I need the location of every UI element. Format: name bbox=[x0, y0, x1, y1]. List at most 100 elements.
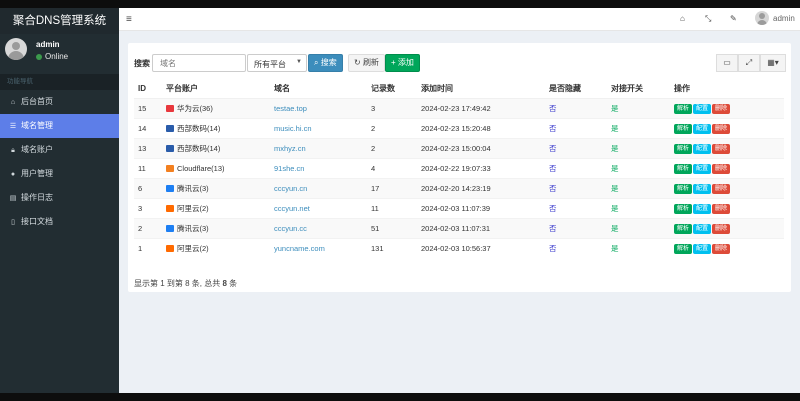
cell-records: 2 bbox=[367, 117, 417, 138]
header-username[interactable]: admin bbox=[773, 14, 795, 23]
cell-id: 15 bbox=[134, 97, 162, 118]
delete-button[interactable]: 删除 bbox=[712, 183, 731, 194]
config-button[interactable]: 配置 bbox=[693, 103, 712, 114]
parse-button[interactable]: 解析 bbox=[674, 123, 693, 134]
enabled-toggle-link[interactable]: 是 bbox=[611, 224, 619, 233]
online-dot-icon bbox=[36, 54, 42, 60]
columns-button[interactable]: ▦▾ bbox=[760, 54, 786, 72]
enabled-toggle-link[interactable]: 是 bbox=[611, 124, 619, 133]
domain-link[interactable]: cccyun.cn bbox=[274, 184, 307, 193]
domain-link[interactable]: 91she.cn bbox=[274, 164, 304, 173]
hidden-toggle-link[interactable]: 否 bbox=[549, 184, 557, 193]
hidden-toggle-link[interactable]: 否 bbox=[549, 144, 557, 153]
add-button[interactable]: + 添加 bbox=[385, 54, 420, 72]
lock-icon: 🔒︎ bbox=[11, 147, 15, 154]
col-hidden[interactable]: 是否隐藏 bbox=[545, 79, 607, 99]
refresh-button[interactable]: ↻ 刷新 bbox=[348, 54, 385, 72]
sidebar-item-users[interactable]: ● 用户管理 bbox=[0, 162, 119, 186]
domain-link[interactable]: mxhyz.cn bbox=[274, 144, 306, 153]
enabled-toggle-link[interactable]: 是 bbox=[611, 164, 619, 173]
sidebar-item-logs[interactable]: ▤ 操作日志 bbox=[0, 186, 119, 210]
cell-enabled: 是 bbox=[607, 217, 670, 238]
cell-id: 11 bbox=[134, 157, 162, 178]
parse-button[interactable]: 解析 bbox=[674, 183, 693, 194]
search-input[interactable] bbox=[152, 54, 246, 72]
parse-button[interactable]: 解析 bbox=[674, 203, 693, 214]
delete-button[interactable]: 删除 bbox=[712, 123, 731, 134]
cell-actions: 解析 配置 删除 bbox=[670, 217, 784, 238]
platform-logo-icon bbox=[166, 104, 174, 112]
config-button[interactable]: 配置 bbox=[693, 123, 712, 134]
parse-button[interactable]: 解析 bbox=[674, 143, 693, 154]
cell-id: 3 bbox=[134, 197, 162, 218]
col-records[interactable]: 记录数 bbox=[367, 79, 417, 99]
col-added-time[interactable]: 添加时间 bbox=[417, 79, 545, 99]
domain-list-panel: 搜索 所有平台 ▼ ⌕ 搜索 ↻ 刷新 + 添加 ▭ ⤢ ▦▾ ID 平台账户 bbox=[128, 43, 791, 292]
fullscreen-button[interactable]: ⤢ bbox=[738, 54, 760, 72]
sidebar-item-api-docs[interactable]: ▯ 接口文档 bbox=[0, 210, 119, 234]
header-avatar[interactable] bbox=[755, 11, 769, 25]
domain-link[interactable]: yuncname.com bbox=[274, 244, 325, 253]
col-domain[interactable]: 域名 bbox=[270, 79, 367, 99]
cell-actions: 解析 配置 删除 bbox=[670, 177, 784, 198]
col-enabled[interactable]: 对接开关 bbox=[607, 79, 670, 99]
col-platform[interactable]: 平台账户 bbox=[162, 79, 270, 99]
cell-added-time: 2024-02-23 15:20:48 bbox=[417, 117, 545, 138]
platform-select[interactable]: 所有平台 ▼ bbox=[247, 54, 307, 72]
hidden-toggle-link[interactable]: 否 bbox=[549, 104, 557, 113]
cell-platform-label: Cloudflare(13) bbox=[177, 163, 225, 173]
delete-button[interactable]: 删除 bbox=[712, 163, 731, 174]
fullscreen-icon[interactable]: ⤡ bbox=[705, 14, 711, 24]
col-id[interactable]: ID bbox=[134, 79, 162, 99]
config-button[interactable]: 配置 bbox=[693, 243, 712, 254]
cell-platform: 阿里云(2) bbox=[162, 197, 270, 218]
config-button[interactable]: 配置 bbox=[693, 203, 712, 214]
toggle-view-button[interactable]: ▭ bbox=[716, 54, 738, 72]
platform-logo-icon bbox=[166, 244, 174, 252]
enabled-toggle-link[interactable]: 是 bbox=[611, 184, 619, 193]
sidebar-item-domains[interactable]: ☰ 域名管理 bbox=[0, 114, 119, 138]
platform-logo-icon bbox=[166, 144, 174, 152]
cell-enabled: 是 bbox=[607, 97, 670, 118]
cell-platform: 西部数码(14) bbox=[162, 137, 270, 158]
parse-button[interactable]: 解析 bbox=[674, 223, 693, 234]
parse-button[interactable]: 解析 bbox=[674, 243, 693, 254]
delete-button[interactable]: 删除 bbox=[712, 223, 731, 234]
hidden-toggle-link[interactable]: 否 bbox=[549, 244, 557, 253]
platform-logo-icon bbox=[166, 224, 174, 232]
enabled-toggle-link[interactable]: 是 bbox=[611, 204, 619, 213]
config-button[interactable]: 配置 bbox=[693, 163, 712, 174]
enabled-toggle-link[interactable]: 是 bbox=[611, 144, 619, 153]
home-icon[interactable]: ⌂ bbox=[680, 14, 685, 23]
delete-button[interactable]: 删除 bbox=[712, 103, 731, 114]
search-button[interactable]: ⌕ 搜索 bbox=[308, 54, 343, 72]
hidden-toggle-link[interactable]: 否 bbox=[549, 204, 557, 213]
hidden-toggle-link[interactable]: 否 bbox=[549, 164, 557, 173]
menu-toggle-icon[interactable]: ≡ bbox=[126, 14, 132, 25]
table-row: 3 阿里云(2) cccyun.net 11 2024-02-03 11:07:39 否 是… bbox=[134, 197, 784, 218]
config-button[interactable]: 配置 bbox=[693, 143, 712, 154]
cell-domain: cccyun.cn bbox=[270, 177, 367, 198]
sidebar-item-label: 操作日志 bbox=[21, 193, 53, 202]
config-button[interactable]: 配置 bbox=[693, 183, 712, 194]
table-row: 11 Cloudflare(13) 91she.cn 4 2024-02-22 19:0… bbox=[134, 157, 784, 178]
platform-logo-icon bbox=[166, 164, 174, 172]
domain-link[interactable]: cccyun.cc bbox=[274, 224, 307, 233]
delete-button[interactable]: 删除 bbox=[712, 243, 731, 254]
delete-button[interactable]: 删除 bbox=[712, 203, 731, 214]
app-title[interactable]: 聚合DNS管理系统 bbox=[0, 8, 119, 34]
domain-link[interactable]: testae.top bbox=[274, 104, 307, 113]
wrench-icon[interactable]: ✎ bbox=[730, 14, 737, 23]
sidebar-item-accounts[interactable]: 🔒︎ 域名账户 bbox=[0, 138, 119, 162]
enabled-toggle-link[interactable]: 是 bbox=[611, 104, 619, 113]
hidden-toggle-link[interactable]: 否 bbox=[549, 224, 557, 233]
parse-button[interactable]: 解析 bbox=[674, 103, 693, 114]
config-button[interactable]: 配置 bbox=[693, 223, 712, 234]
domain-link[interactable]: music.hi.cn bbox=[274, 124, 312, 133]
enabled-toggle-link[interactable]: 是 bbox=[611, 244, 619, 253]
delete-button[interactable]: 删除 bbox=[712, 143, 731, 154]
hidden-toggle-link[interactable]: 否 bbox=[549, 124, 557, 133]
domain-link[interactable]: cccyun.net bbox=[274, 204, 310, 213]
sidebar-item-home[interactable]: ⌂ 后台首页 bbox=[0, 90, 119, 114]
parse-button[interactable]: 解析 bbox=[674, 163, 693, 174]
